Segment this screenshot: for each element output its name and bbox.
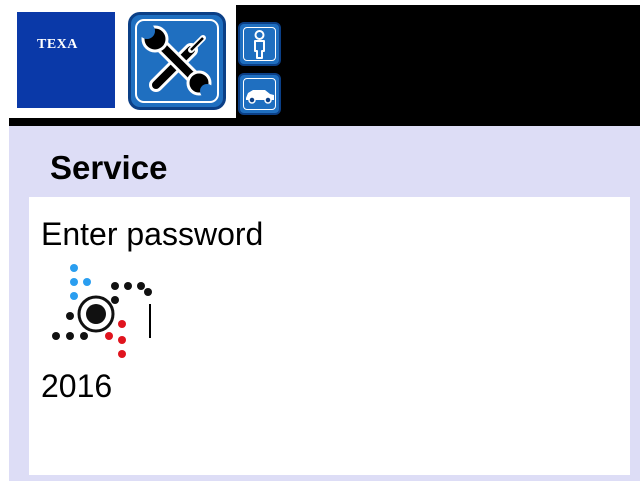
header-divider	[9, 118, 236, 126]
user-icon	[254, 30, 265, 59]
password-input-value[interactable]: 2016	[41, 368, 112, 405]
car-icon	[246, 90, 274, 104]
vehicle-button[interactable]	[238, 73, 281, 115]
texa-dots-icon	[52, 264, 152, 358]
header-bar: TEXA	[0, 0, 640, 126]
user-button[interactable]	[238, 22, 281, 66]
texa-logo: TEXA	[17, 12, 115, 108]
service-button[interactable]	[128, 12, 226, 110]
page-title: Service	[50, 149, 168, 186]
password-prompt-label: Enter password	[41, 216, 264, 252]
header-black-area	[236, 5, 640, 126]
text-cursor	[149, 304, 151, 338]
logo-text: TEXA	[37, 37, 78, 52]
wrench-screwdriver-icon	[139, 23, 214, 98]
